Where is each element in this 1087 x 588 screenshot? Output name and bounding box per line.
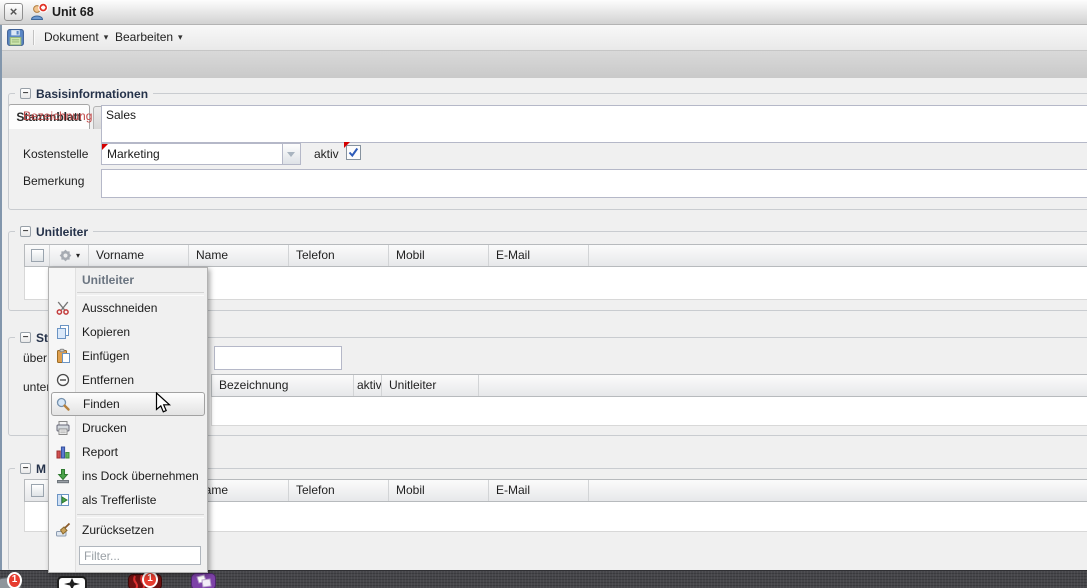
struktur-grid-body[interactable] xyxy=(211,397,1087,426)
copy-icon xyxy=(55,324,71,340)
fieldset-basisinformationen: − Basisinformationen Bezeichnung Sales K… xyxy=(8,86,1087,210)
collapse-icon[interactable]: − xyxy=(20,88,31,99)
menu-item-trefferliste[interactable]: als Trefferliste xyxy=(51,488,205,512)
struktur-title: St xyxy=(36,330,48,345)
unit-person-icon xyxy=(29,2,49,22)
window-titlebar: × Unit 68 xyxy=(0,0,1087,25)
close-button[interactable]: × xyxy=(4,3,23,21)
caret-down-icon: ▾ xyxy=(75,251,80,260)
paste-icon xyxy=(55,348,71,364)
kostenstelle-combo[interactable]: Marketing xyxy=(101,143,301,165)
uebergeordnet-label: über xyxy=(23,351,48,365)
bezeichnung-label: Bezeichnung xyxy=(23,109,93,123)
fieldset-legend: − Basisinformationen xyxy=(15,86,154,101)
menu-item-kopieren[interactable]: Kopieren xyxy=(51,320,205,344)
bemerkung-label: Bemerkung xyxy=(23,174,85,188)
menu-item-zuruecksetzen[interactable]: Zurücksetzen xyxy=(51,518,205,542)
notification-badge: 1 xyxy=(142,571,158,588)
close-icon: × xyxy=(9,4,18,19)
bezeichnung-input[interactable]: Sales xyxy=(101,105,1087,143)
menu-item-drucken[interactable]: Drucken xyxy=(51,416,205,440)
gear-menu-button[interactable]: ▾ xyxy=(50,245,89,266)
arrow-down-dock-icon xyxy=(55,468,71,484)
star-icon xyxy=(64,578,80,588)
column-header-email[interactable]: E-Mail xyxy=(489,480,589,501)
scissors-icon xyxy=(55,300,71,316)
collapse-icon[interactable]: − xyxy=(20,332,31,343)
fieldset-legend: − Unitleiter xyxy=(15,224,94,239)
column-header-filler xyxy=(479,375,1087,396)
untergeordnet-label: unter xyxy=(23,380,51,394)
context-menu: Unitleiter Ausschneiden Kopieren Einfüge… xyxy=(48,267,208,573)
collapse-icon[interactable]: − xyxy=(20,463,31,474)
save-button[interactable] xyxy=(6,28,26,48)
bemerkung-input[interactable] xyxy=(101,169,1087,198)
menu-item-ausschneiden[interactable]: Ausschneiden xyxy=(51,296,205,320)
menu-dokument-label: Dokument xyxy=(44,30,99,44)
aktiv-label: aktiv xyxy=(314,147,339,161)
gear-icon xyxy=(59,249,72,262)
bar-chart-icon xyxy=(55,444,71,460)
combo-trigger[interactable] xyxy=(282,144,300,164)
menu-bearbeiten[interactable]: Bearbeiten ▾ xyxy=(110,27,188,47)
column-header-bezeichnung[interactable]: Bezeichnung xyxy=(212,375,354,396)
column-header-filler xyxy=(589,480,1087,501)
remove-icon xyxy=(55,372,71,388)
menu-item-report[interactable]: Report xyxy=(51,440,205,464)
tab-bar: Stammblatt Sonstiges xyxy=(0,51,1087,129)
broom-icon xyxy=(55,522,71,538)
menu-item-einfuegen[interactable]: Einfügen xyxy=(51,344,205,368)
checkbox-icon xyxy=(30,249,44,262)
application-window: × Unit 68 Dokument ▾ Bearbeiten ▾ Stammb… xyxy=(0,0,1087,588)
caret-down-icon: ▾ xyxy=(103,32,109,42)
column-header-mobil[interactable]: Mobil xyxy=(389,480,489,501)
fieldset-legend: − M xyxy=(15,461,51,476)
kostenstelle-value: Marketing xyxy=(107,147,160,161)
menu-item-entfernen[interactable]: Entfernen xyxy=(51,368,205,392)
toolbar: Dokument ▾ Bearbeiten ▾ xyxy=(0,25,1087,51)
column-header-telefon[interactable]: Telefon xyxy=(289,480,389,501)
collapse-icon[interactable]: − xyxy=(20,226,31,237)
dock-icon-star[interactable] xyxy=(57,576,87,588)
printer-icon xyxy=(55,420,71,436)
basisinformationen-title: Basisinformationen xyxy=(36,86,149,101)
context-menu-title: Unitleiter xyxy=(82,273,135,287)
checkbox-icon xyxy=(30,484,44,497)
mitarbeiter-title: M xyxy=(36,461,46,476)
notification-badge: 1 xyxy=(7,572,22,588)
kostenstelle-label: Kostenstelle xyxy=(23,147,89,161)
window-title: Unit 68 xyxy=(52,5,94,19)
dock-icon-purple[interactable] xyxy=(191,573,216,588)
dirty-flag xyxy=(102,144,108,150)
caret-down-icon: ▾ xyxy=(178,32,183,42)
dropdown-arrow-icon xyxy=(287,152,295,157)
column-header-telefon[interactable]: Telefon xyxy=(289,245,389,266)
select-all-checkbox[interactable] xyxy=(25,245,50,266)
column-header-unitleiter[interactable]: Unitleiter xyxy=(382,375,479,396)
dice-shapes-icon xyxy=(196,574,212,588)
search-icon xyxy=(55,396,71,412)
column-header-filler xyxy=(589,245,1087,266)
window-left-border xyxy=(0,25,2,570)
menu-bearbeiten-label: Bearbeiten xyxy=(115,30,174,44)
dirty-flag xyxy=(344,142,350,148)
save-floppy-icon xyxy=(6,29,25,50)
toolbar-separator xyxy=(33,30,35,45)
column-header-vorname[interactable]: Vorname xyxy=(89,245,189,266)
column-header-mobil[interactable]: Mobil xyxy=(389,245,489,266)
filter-input[interactable] xyxy=(79,546,201,565)
menu-item-finden[interactable]: Finden xyxy=(51,392,205,416)
column-header-aktiv[interactable]: aktiv xyxy=(354,375,382,396)
uebergeordnet-input[interactable] xyxy=(214,346,342,370)
aktiv-checkbox[interactable] xyxy=(344,142,361,160)
result-list-icon xyxy=(55,492,71,508)
menu-dokument[interactable]: Dokument ▾ xyxy=(39,27,113,47)
unitleiter-title: Unitleiter xyxy=(36,224,89,239)
column-header-name[interactable]: Name xyxy=(189,245,289,266)
select-all-checkbox[interactable] xyxy=(25,480,50,501)
menu-item-ins-dock[interactable]: ins Dock übernehmen xyxy=(51,464,205,488)
struktur-grid-header: Bezeichnung aktiv Unitleiter xyxy=(211,374,1087,397)
unitleiter-grid-header: ▾ Vorname Name Telefon Mobil E-Mail xyxy=(24,244,1087,267)
column-header-email[interactable]: E-Mail xyxy=(489,245,589,266)
